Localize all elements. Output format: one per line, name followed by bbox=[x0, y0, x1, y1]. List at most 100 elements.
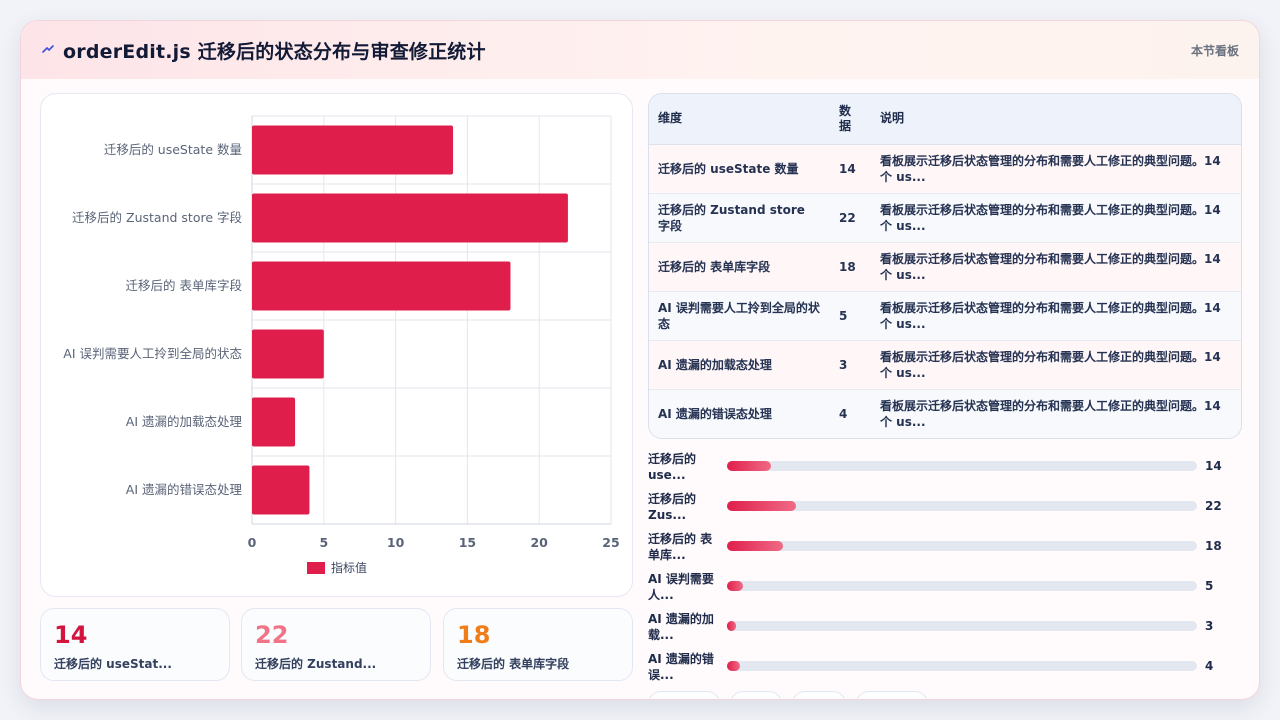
cell-dimension: AI 遗漏的错误态处理 bbox=[649, 389, 830, 438]
cell-dimension: 迁移后的 表单库字段 bbox=[649, 242, 830, 292]
stat-card-usestate: 14 迁移后的 useStat... bbox=[40, 608, 230, 681]
progress-value: 3 bbox=[1205, 619, 1214, 633]
tag-pill[interactable] bbox=[730, 691, 782, 699]
cell-desc: 看板展示迁移后状态管理的分布和需要人工修正的典型问题。14 个 us... bbox=[871, 193, 1241, 243]
cell-desc: 看板展示迁移后状态管理的分布和需要人工修正的典型问题。14 个 us... bbox=[871, 389, 1241, 438]
table-row: AI 遗漏的加载态处理 3 看板展示迁移后状态管理的分布和需要人工修正的典型问题… bbox=[649, 340, 1241, 390]
x-tick-label: 0 bbox=[248, 535, 257, 550]
table-row: 迁移后的 useState 数量 14 看板展示迁移后状态管理的分布和需要人工修… bbox=[649, 144, 1241, 194]
bar bbox=[252, 465, 310, 515]
cell-data: 5 bbox=[830, 291, 871, 341]
cell-dimension: 迁移后的 Zustand store 字段 bbox=[649, 193, 830, 243]
x-tick-label: 20 bbox=[530, 535, 548, 550]
progress-track bbox=[727, 661, 1197, 671]
category-label: 迁移后的 Zustand store 字段 bbox=[72, 210, 242, 225]
stat-label: 迁移后的 Zustand... bbox=[255, 657, 377, 671]
tag-pill[interactable] bbox=[856, 691, 928, 699]
data-table-card: 维度 数据 说明 迁移后的 useState 数量 14 看板展示迁移后状态管理… bbox=[648, 93, 1242, 439]
cell-dimension: AI 误判需要人工拎到全局的状态 bbox=[649, 291, 830, 341]
category-label: AI 遗漏的加载态处理 bbox=[126, 414, 243, 429]
progress-track bbox=[727, 461, 1197, 471]
progress-fill bbox=[727, 461, 771, 471]
stat-label: 迁移后的 useStat... bbox=[54, 657, 172, 671]
progress-fill bbox=[727, 661, 740, 671]
bar bbox=[252, 125, 454, 175]
stat-card-form: 18 迁移后的 表单库字段 bbox=[443, 608, 633, 681]
legend-swatch bbox=[307, 562, 325, 574]
cell-dimension: AI 遗漏的加载态处理 bbox=[649, 340, 830, 390]
cell-dimension: 迁移后的 useState 数量 bbox=[649, 144, 830, 194]
category-label: AI 遗漏的错误态处理 bbox=[126, 482, 243, 497]
stat-card-zustand: 22 迁移后的 Zustand... bbox=[241, 608, 431, 681]
dashboard-board: orderEdit.js 迁移后的状态分布与审查修正统计 本节看板 迁移后的 u… bbox=[20, 20, 1260, 700]
progress-row: 迁移后的 use... 14 bbox=[648, 451, 1242, 487]
cell-desc: 看板展示迁移后状态管理的分布和需要人工修正的典型问题。14 个 us... bbox=[871, 340, 1241, 390]
progress-label: AI 遗漏的加载... bbox=[648, 612, 714, 642]
progress-label: 迁移后的 Zus... bbox=[648, 492, 697, 522]
progress-row: AI 遗漏的加载... 3 bbox=[648, 611, 1242, 647]
cell-desc: 看板展示迁移后状态管理的分布和需要人工修正的典型问题。14 个 us... bbox=[871, 242, 1241, 292]
x-tick-label: 25 bbox=[602, 535, 619, 550]
cell-desc: 看板展示迁移后状态管理的分布和需要人工修正的典型问题。14 个 us... bbox=[871, 144, 1241, 194]
progress-track bbox=[727, 501, 1197, 511]
stat-value: 14 bbox=[54, 621, 88, 649]
header: orderEdit.js 迁移后的状态分布与审查修正统计 本节看板 bbox=[21, 21, 1259, 79]
progress-row: 迁移后的 Zus... 22 bbox=[648, 491, 1242, 527]
cell-data: 22 bbox=[830, 193, 871, 243]
progress-value: 18 bbox=[1205, 539, 1222, 553]
stat-value: 22 bbox=[255, 621, 289, 649]
stat-label: 迁移后的 表单库字段 bbox=[457, 657, 570, 671]
bar bbox=[252, 261, 511, 311]
progress-track bbox=[727, 621, 1197, 631]
tag-pill[interactable] bbox=[648, 691, 720, 699]
lightning-icon bbox=[41, 43, 55, 57]
table-row: 迁移后的 表单库字段 18 看板展示迁移后状态管理的分布和需要人工修正的典型问题… bbox=[649, 242, 1241, 292]
progress-row: AI 误判需要人... 5 bbox=[648, 571, 1242, 607]
x-tick-label: 15 bbox=[459, 535, 476, 550]
progress-track bbox=[727, 581, 1197, 591]
progress-value: 4 bbox=[1205, 659, 1214, 673]
progress-fill bbox=[727, 541, 784, 551]
progress-value: 5 bbox=[1205, 579, 1214, 593]
board-label: 本节看板 bbox=[1190, 43, 1239, 58]
progress-label: 迁移后的 表单库... bbox=[648, 532, 713, 562]
tag-pill[interactable] bbox=[792, 691, 846, 699]
x-tick-label: 5 bbox=[319, 535, 328, 550]
bar bbox=[252, 193, 568, 243]
cell-data: 4 bbox=[830, 389, 871, 438]
category-label: AI 误判需要人工拎到全局的状态 bbox=[63, 346, 242, 361]
cell-data: 3 bbox=[830, 340, 871, 390]
table-header-row: 维度 数据 说明 bbox=[649, 94, 1241, 145]
col-header-dimension: 维度 bbox=[649, 94, 830, 145]
cell-desc: 看板展示迁移后状态管理的分布和需要人工修正的典型问题。14 个 us... bbox=[871, 291, 1241, 341]
x-tick-label: 10 bbox=[387, 535, 405, 550]
bar bbox=[252, 397, 296, 447]
progress-value: 14 bbox=[1205, 459, 1222, 473]
cell-data: 18 bbox=[830, 242, 871, 292]
progress-label: 迁移后的 use... bbox=[648, 452, 697, 482]
progress-fill bbox=[727, 501, 796, 511]
category-label: 迁移后的 useState 数量 bbox=[104, 142, 242, 157]
progress-row: 迁移后的 表单库... 18 bbox=[648, 531, 1242, 567]
progress-track bbox=[727, 541, 1197, 551]
category-label: 迁移后的 表单库字段 bbox=[126, 278, 242, 293]
bar bbox=[252, 329, 324, 379]
progress-value: 22 bbox=[1205, 499, 1222, 513]
progress-label: AI 遗漏的错误... bbox=[648, 652, 714, 682]
progress-fill bbox=[727, 581, 743, 591]
col-header-desc: 说明 bbox=[871, 94, 1241, 145]
tag-row bbox=[648, 691, 1242, 699]
table-row: 迁移后的 Zustand store 字段 22 看板展示迁移后状态管理的分布和… bbox=[649, 193, 1241, 243]
progress-row: AI 遗漏的错误... 4 bbox=[648, 651, 1242, 687]
page-title: orderEdit.js 迁移后的状态分布与审查修正统计 bbox=[63, 40, 486, 63]
progress-fill bbox=[727, 621, 737, 631]
table-row: AI 遗漏的错误态处理 4 看板展示迁移后状态管理的分布和需要人工修正的典型问题… bbox=[649, 389, 1241, 438]
data-table: 维度 数据 说明 迁移后的 useState 数量 14 看板展示迁移后状态管理… bbox=[649, 94, 1241, 438]
cell-data: 14 bbox=[830, 144, 871, 194]
bar-chart-card: 迁移后的 useState 数量迁移后的 Zustand store 字段迁移后… bbox=[40, 93, 633, 597]
col-header-data: 数据 bbox=[830, 94, 871, 145]
stat-value: 18 bbox=[457, 621, 491, 649]
legend-label: 指标值 bbox=[331, 560, 367, 575]
table-row: AI 误判需要人工拎到全局的状态 5 看板展示迁移后状态管理的分布和需要人工修正… bbox=[649, 291, 1241, 341]
progress-label: AI 误判需要人... bbox=[648, 572, 714, 602]
